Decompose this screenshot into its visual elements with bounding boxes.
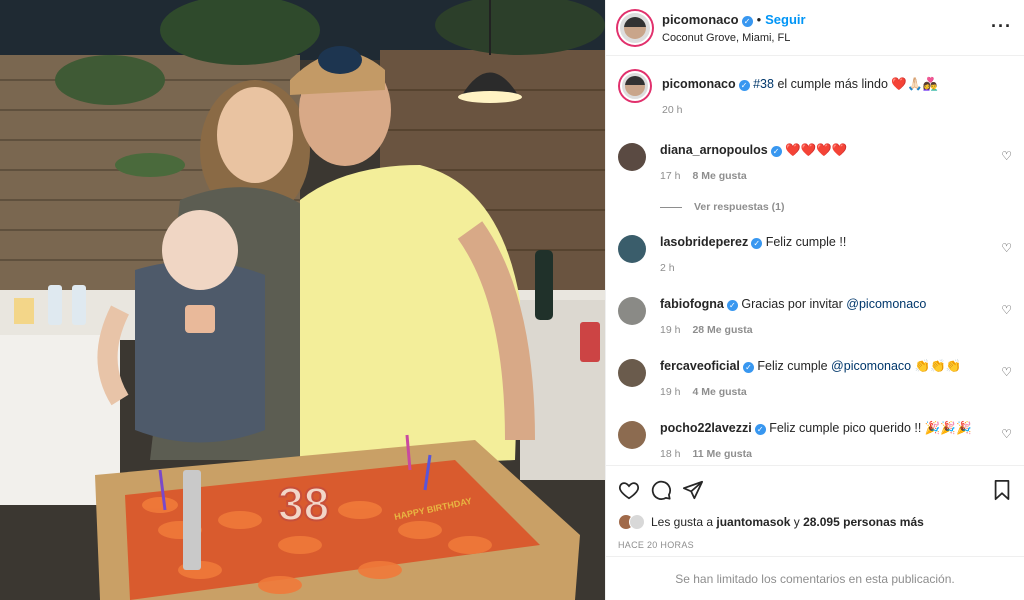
comment-likes[interactable]: 8 Me gusta — [692, 170, 746, 182]
post-sidebar: picomonaco ✓ • Seguir Coconut Grove, Miami,… — [605, 0, 1024, 600]
verified-badge-icon: ✓ — [741, 16, 753, 27]
comment-text: Gracias por invitar — [741, 297, 847, 311]
commenter-username[interactable]: fabiofogna — [660, 297, 724, 311]
commenter-avatar[interactable] — [618, 143, 646, 171]
caption-text: el cumple más lindo ❤️🙏🏻👩‍❤️‍👨 — [773, 77, 939, 91]
comment-likes[interactable]: 4 Me gusta — [692, 386, 746, 398]
verified-badge-icon: ✓ — [754, 424, 766, 435]
verified-badge-icon: ✓ — [726, 300, 738, 311]
comment-text: Feliz cumple — [757, 359, 832, 373]
caption-time[interactable]: 20 h — [662, 101, 938, 119]
commenter-avatar[interactable] — [618, 235, 646, 263]
verified-badge-icon: ✓ — [751, 238, 763, 249]
liker-username[interactable]: juantomasok — [716, 515, 790, 529]
replies-divider — [660, 206, 682, 208]
save-bookmark-icon[interactable] — [992, 479, 1012, 501]
comment-likes[interactable]: 28 Me gusta — [692, 324, 752, 336]
caption: picomonaco ✓ #38 el cumple más lindo ❤️🙏🏻… — [618, 71, 1012, 119]
liker-avatar — [629, 514, 645, 530]
share-plane-icon[interactable] — [682, 479, 704, 501]
like-comment-heart-icon[interactable]: ♡ — [1001, 149, 1012, 163]
comment-time[interactable]: 19 h — [660, 324, 680, 336]
verified-badge-icon: ✓ — [742, 362, 754, 373]
verified-badge-icon: ✓ — [770, 146, 782, 157]
follow-button[interactable]: Seguir — [765, 12, 805, 27]
like-comment-heart-icon[interactable]: ♡ — [1001, 365, 1012, 379]
comments-list[interactable]: picomonaco ✓ #38 el cumple más lindo ❤️🙏🏻… — [606, 57, 1024, 465]
comment-time[interactable]: 19 h — [660, 386, 680, 398]
commenter-avatar[interactable] — [618, 297, 646, 325]
post-header: picomonaco ✓ • Seguir Coconut Grove, Miami,… — [606, 0, 1024, 56]
comment-item: diana_arnopoulos ✓ ❤️❤️❤️❤️ 17 h 8 Me gust… — [618, 141, 1012, 185]
comment-text: Feliz cumple !! — [765, 235, 847, 249]
comment-time[interactable]: 17 h — [660, 170, 680, 182]
caption-avatar[interactable] — [620, 71, 650, 101]
author-avatar[interactable] — [618, 10, 652, 45]
commenter-avatar[interactable] — [618, 421, 646, 449]
comment-item: lasobrideperez ✓ Feliz cumple !! 2 h ♡ — [618, 233, 1012, 277]
commenter-username[interactable]: pocho22lavezzi — [660, 421, 752, 435]
comment-bubble-icon[interactable] — [650, 479, 672, 501]
commenter-username[interactable]: diana_arnopoulos — [660, 143, 768, 157]
commenter-username[interactable]: fercaveoficial — [660, 359, 740, 373]
view-replies-button[interactable]: Ver respuestas (1) — [660, 201, 1012, 213]
cake-number: 38 — [278, 478, 329, 530]
post-photo-illustration: 38 HAPPY BIRTHDAY — [0, 0, 605, 600]
likes-prefix: Les gusta a — [651, 515, 717, 529]
comment-item: fabiofogna ✓ Gracias por invitar @picomon… — [618, 295, 1012, 339]
post-actions: Les gusta a juantomasok y 28.095 persona… — [606, 465, 1024, 550]
likes-others[interactable]: 28.095 personas más — [803, 515, 924, 529]
post-photo[interactable]: 38 HAPPY BIRTHDAY — [0, 0, 605, 600]
posted-ago[interactable]: HACE 20 HORAS — [618, 540, 1012, 550]
comment-item: fercaveoficial ✓ Feliz cumple @picomonaco… — [618, 357, 1012, 401]
comment-text: ❤️❤️❤️❤️ — [785, 143, 848, 157]
comment-item: pocho22lavezzi ✓ Feliz cumple pico querid… — [618, 419, 1012, 463]
comment-likes[interactable]: 11 Me gusta — [692, 448, 752, 460]
likes-middle: y — [790, 515, 804, 529]
separator-dot: • — [756, 12, 762, 27]
comment-mention[interactable]: @picomonaco — [846, 297, 926, 311]
like-comment-heart-icon[interactable]: ♡ — [1001, 241, 1012, 255]
author-username[interactable]: picomonaco — [662, 12, 739, 27]
likes-summary[interactable]: Les gusta a juantomasok y 28.095 persona… — [618, 514, 1012, 530]
commenter-avatar[interactable] — [618, 359, 646, 387]
post-location[interactable]: Coconut Grove, Miami, FL — [662, 32, 806, 44]
caption-username[interactable]: picomonaco — [662, 77, 736, 91]
more-options-icon[interactable]: ··· — [991, 16, 1012, 37]
verified-badge-icon: ✓ — [738, 80, 750, 91]
comment-text: Feliz cumple pico querido !! 🎉🎉🎉 — [769, 421, 972, 435]
comments-limited-notice: Se han limitado los comentarios en esta … — [606, 556, 1024, 600]
comment-suffix: 👏👏👏 — [911, 359, 962, 373]
comment-time[interactable]: 2 h — [660, 262, 675, 274]
commenter-username[interactable]: lasobrideperez — [660, 235, 748, 249]
like-comment-heart-icon[interactable]: ♡ — [1001, 303, 1012, 317]
comment-time[interactable]: 18 h — [660, 448, 680, 460]
view-replies-label: Ver respuestas (1) — [694, 201, 785, 213]
like-comment-heart-icon[interactable]: ♡ — [1001, 427, 1012, 441]
comment-mention[interactable]: @picomonaco — [831, 359, 911, 373]
like-heart-icon[interactable] — [618, 479, 640, 501]
caption-hashtag[interactable]: #38 — [753, 77, 774, 91]
